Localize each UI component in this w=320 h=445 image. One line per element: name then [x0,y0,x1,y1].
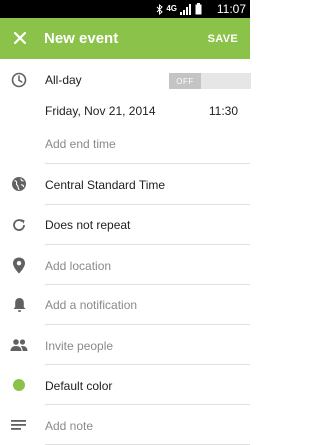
status-bar: 4G 11:07 [0,0,250,18]
divider [45,364,250,365]
save-button[interactable]: SAVE [208,32,238,46]
divider [45,204,250,205]
repeat-icon [10,216,28,234]
start-time[interactable]: 11:30 [209,104,238,118]
note-field[interactable]: Add note [45,419,93,433]
bluetooth-icon [156,3,164,15]
divider [45,324,250,325]
app-toolbar: New event SAVE [0,18,250,59]
location-pin-icon [10,256,28,274]
bell-icon [10,296,28,314]
end-time-field[interactable]: Add end time [45,137,116,151]
invite-field[interactable]: Invite people [45,339,113,353]
allday-label: All-day [45,73,82,87]
color-row[interactable]: Default color [45,379,112,393]
allday-switch[interactable]: OFF [169,73,251,89]
close-button[interactable] [10,28,30,48]
divider [45,404,250,405]
start-date[interactable]: Friday, Nov 21, 2014 [45,104,156,118]
switch-state-label: OFF [176,76,194,86]
page-title: New event [44,30,119,47]
status-icons: 4G [156,3,202,15]
divider [45,244,250,245]
timezone-row[interactable]: Central Standard Time [45,178,165,192]
color-dot-icon [10,376,28,394]
location-field[interactable]: Add location [45,259,111,273]
switch-thumb: OFF [169,73,201,89]
network-type-label: 4G [166,4,177,13]
notification-field[interactable]: Add a notification [45,298,137,312]
globe-icon [10,175,28,193]
battery-icon [195,3,202,15]
divider [45,284,250,285]
status-time: 11:07 [216,2,246,16]
people-icon [10,336,28,354]
divider [45,163,250,164]
signal-icon [180,3,191,15]
close-icon [14,32,26,44]
repeat-row[interactable]: Does not repeat [45,218,130,232]
clock-icon [10,71,28,89]
note-icon [10,416,28,434]
